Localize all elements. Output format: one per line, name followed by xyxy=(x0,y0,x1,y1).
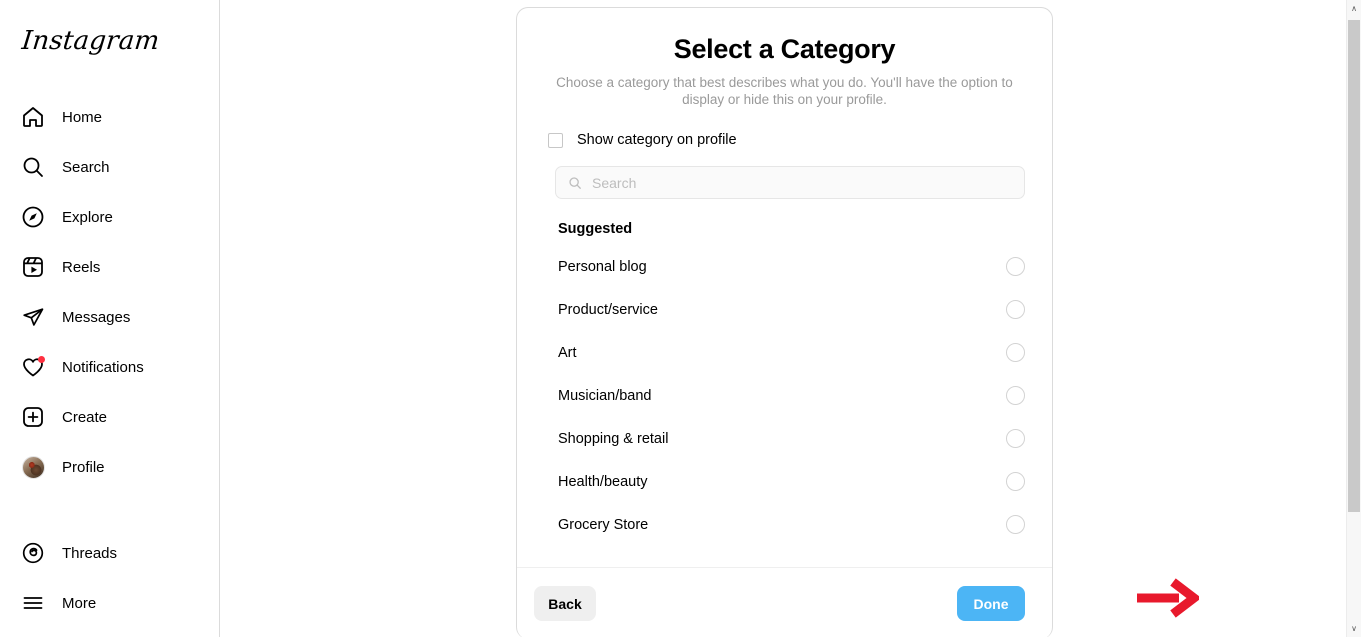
notification-badge-dot xyxy=(38,356,45,363)
sidebar-item-label: Create xyxy=(62,408,108,426)
hamburger-menu-icon xyxy=(20,590,46,616)
category-radio[interactable] xyxy=(1006,515,1025,534)
category-row-shopping-retail[interactable]: Shopping & retail xyxy=(517,417,1052,460)
category-label: Personal blog xyxy=(558,258,647,275)
category-radio[interactable] xyxy=(1006,300,1025,319)
search-icon xyxy=(568,176,582,190)
avatar-icon xyxy=(20,454,46,480)
sidebar-item-reels[interactable]: Reels xyxy=(0,242,220,292)
category-label: Grocery Store xyxy=(558,516,649,533)
show-category-checkbox-label: Show category on profile xyxy=(577,132,737,148)
chevron-down-icon: ∨ xyxy=(1351,623,1357,633)
category-label: Shopping & retail xyxy=(558,430,669,447)
sidebar-item-messages[interactable]: Messages xyxy=(0,292,220,342)
modal-body: Select a Category Choose a category that… xyxy=(517,8,1052,567)
suggested-section-label: Suggested xyxy=(558,221,633,237)
scrollbar-thumb[interactable] xyxy=(1348,20,1360,512)
category-radio[interactable] xyxy=(1006,472,1025,491)
sidebar-item-label: Threads xyxy=(62,544,118,562)
category-label: Product/service xyxy=(558,301,658,318)
main-content: Select a Category Choose a category that… xyxy=(220,0,1361,637)
done-button[interactable]: Done xyxy=(957,586,1025,621)
category-row-health-beauty[interactable]: Health/beauty xyxy=(517,460,1052,503)
scrollbar-down-button[interactable]: ∨ xyxy=(1347,620,1361,637)
sidebar-item-label: Home xyxy=(62,108,103,126)
scrollbar-up-button[interactable]: ∧ xyxy=(1347,0,1361,17)
modal-subtitle: Choose a category that best describes wh… xyxy=(556,75,1013,107)
sidebar-item-label: Notifications xyxy=(62,358,144,376)
show-category-on-profile-row[interactable]: Show category on profile xyxy=(548,132,1052,148)
threads-icon xyxy=(20,540,46,566)
category-radio[interactable] xyxy=(1006,257,1025,276)
sidebar-item-more[interactable]: More xyxy=(0,578,220,628)
category-list: Personal blog Product/service Art Musici… xyxy=(517,245,1052,546)
instagram-logo[interactable]: Instagram xyxy=(20,26,160,56)
show-category-checkbox[interactable] xyxy=(548,132,563,148)
sidebar-item-notifications[interactable]: Notifications xyxy=(0,342,220,392)
instagram-app-window: Instagram Home Search Explore Reels Mess… xyxy=(0,0,1361,637)
category-label: Health/beauty xyxy=(558,473,648,490)
sidebar-item-label: More xyxy=(62,594,97,612)
sidebar-item-label: Reels xyxy=(62,258,101,276)
page-scrollbar[interactable]: ∧ ∨ xyxy=(1346,0,1361,637)
sidebar-item-label: Profile xyxy=(62,458,105,476)
sidebar-item-search[interactable]: Search xyxy=(0,142,220,192)
compass-icon xyxy=(20,204,46,230)
search-icon xyxy=(20,154,46,180)
sidebar: Instagram Home Search Explore Reels Mess… xyxy=(0,0,220,637)
category-row-personal-blog[interactable]: Personal blog xyxy=(517,245,1052,288)
sidebar-item-home[interactable]: Home xyxy=(0,92,220,142)
back-button[interactable]: Back xyxy=(534,586,596,621)
sidebar-item-label: Messages xyxy=(62,308,131,326)
category-label: Musician/band xyxy=(558,387,652,404)
category-row-art[interactable]: Art xyxy=(517,331,1052,374)
search-field-wrapper xyxy=(555,166,1025,199)
search-input[interactable] xyxy=(592,167,1012,198)
chevron-up-icon: ∧ xyxy=(1351,3,1357,13)
category-radio[interactable] xyxy=(1006,429,1025,448)
sidebar-item-profile[interactable]: Profile xyxy=(0,442,220,492)
category-row-grocery-store[interactable]: Grocery Store xyxy=(517,503,1052,546)
messenger-icon xyxy=(20,304,46,330)
category-radio[interactable] xyxy=(1006,386,1025,405)
category-radio[interactable] xyxy=(1006,343,1025,362)
reels-icon xyxy=(20,254,46,280)
avatar xyxy=(21,455,45,479)
select-category-modal: Select a Category Choose a category that… xyxy=(516,7,1053,637)
sidebar-item-explore[interactable]: Explore xyxy=(0,192,220,242)
plus-square-icon xyxy=(20,404,46,430)
heart-icon xyxy=(20,354,46,380)
sidebar-item-label: Search xyxy=(62,158,110,176)
sidebar-item-label: Explore xyxy=(62,208,113,226)
modal-footer: Back Done xyxy=(517,567,1052,637)
sidebar-item-create[interactable]: Create xyxy=(0,392,220,442)
sidebar-nav: Home Search Explore Reels Messages Notif… xyxy=(0,92,220,628)
search-box[interactable] xyxy=(555,166,1025,199)
sidebar-item-threads[interactable]: Threads xyxy=(0,528,220,578)
annotation-arrow-icon xyxy=(1137,578,1199,618)
category-label: Art xyxy=(558,344,577,361)
home-icon xyxy=(20,104,46,130)
category-row-musician-band[interactable]: Musician/band xyxy=(517,374,1052,417)
category-row-product-service[interactable]: Product/service xyxy=(517,288,1052,331)
page-title: Select a Category xyxy=(673,34,896,64)
